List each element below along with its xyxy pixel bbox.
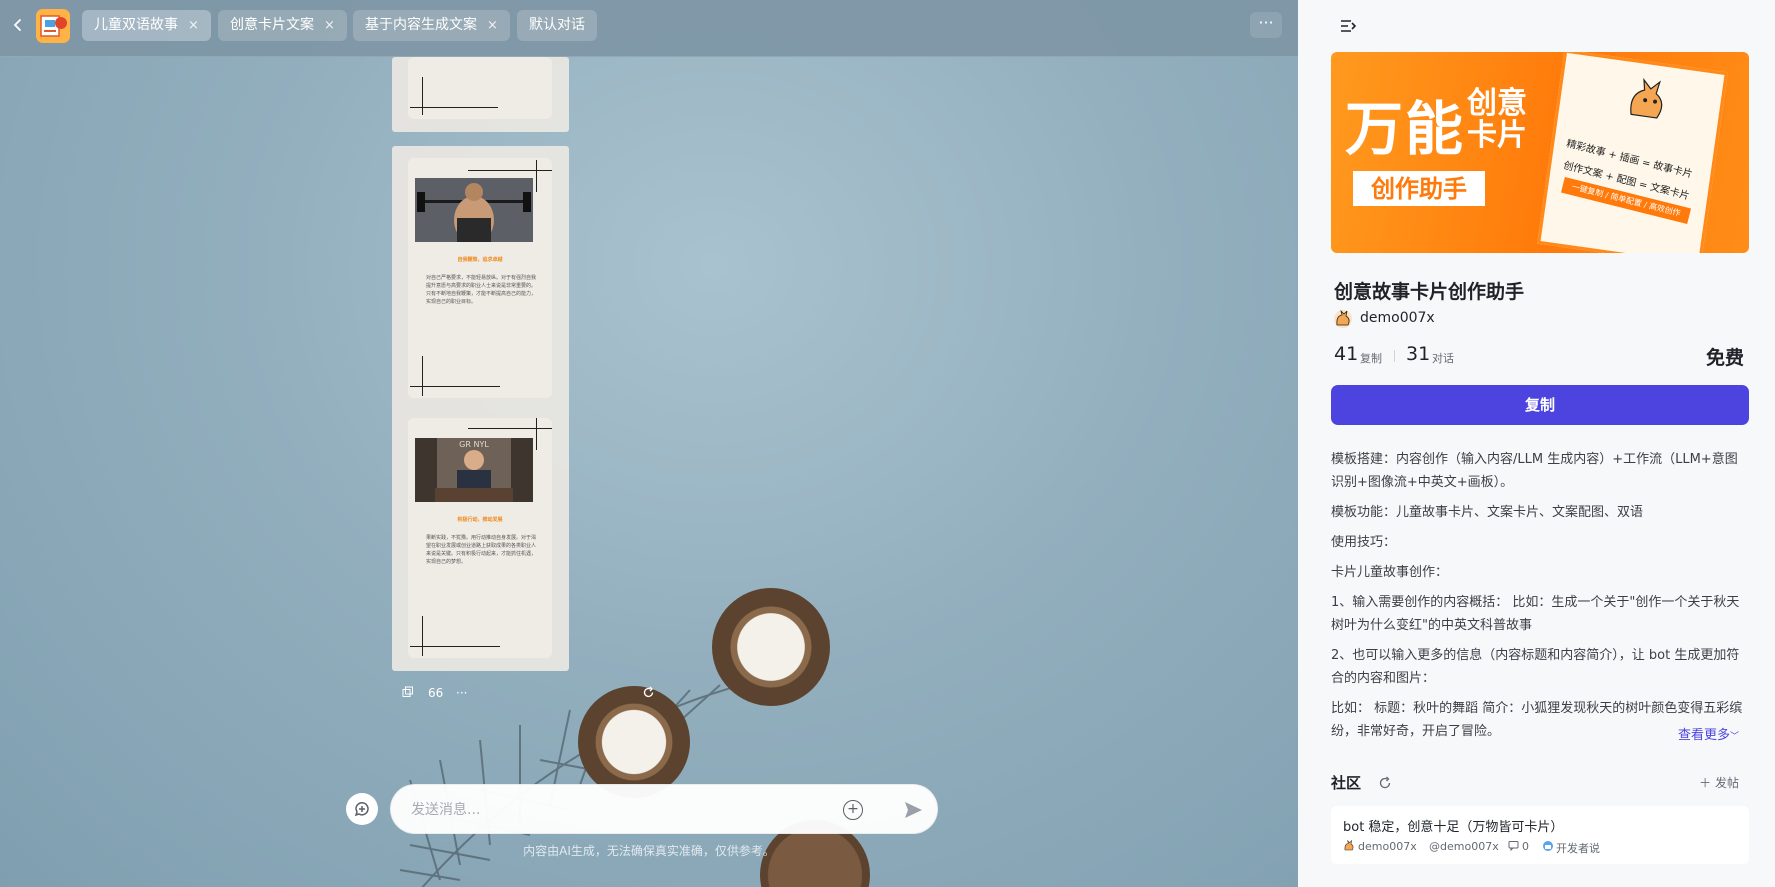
description-paragraph: 使用技巧： [1331, 535, 1397, 550]
banner-small-line: 卡片 [1467, 118, 1527, 153]
description-paragraph: 1、输入需要创作的内容概括： 比如：生成一个关于"创作一个关于秋天树叶为什么变红… [1331, 595, 1740, 633]
comment-icon [1508, 840, 1519, 854]
corner-line [536, 418, 537, 450]
tab-label: 创意卡片文案 [230, 17, 314, 33]
coconut-decoration [578, 686, 690, 798]
send-icon[interactable] [901, 798, 925, 822]
corner-line [468, 170, 552, 171]
conversation-tab-bar: 儿童双语故事 × 创意卡片文案 × 基于内容生成文案 × 默认对话 ··· [0, 0, 1298, 57]
author-name: demo007x [1360, 310, 1435, 326]
create-post-button[interactable]: ＋ 发帖 [1699, 774, 1739, 791]
businessman-photo: GR NYL [415, 438, 533, 502]
corner-line [410, 107, 498, 108]
more-horizontal-icon[interactable]: ··· [456, 686, 467, 700]
see-more-label: 查看更多 [1678, 728, 1731, 743]
card-body: 对自己严格要求，不能轻易放纵。对于有强烈自我提升意愿与高要求的职业人士来说是非常… [426, 275, 537, 305]
more-horizontal-icon[interactable]: ··· [1250, 12, 1282, 38]
bot-banner: 万能 创意 卡片 创作助手 精彩故事 + 插画 = 故事卡片 创作文案 + 配图… [1331, 52, 1749, 253]
post-title: bot 稳定，创意十足（万物皆可卡片） [1343, 820, 1564, 835]
copy-bot-button[interactable]: 复制 [1331, 385, 1749, 425]
card-heading: 自我鞭策，追求卓越 [457, 257, 503, 263]
avatar [1343, 839, 1355, 855]
copy-icon[interactable] [402, 686, 414, 701]
corner-line [410, 646, 500, 647]
tab-label: 儿童双语故事 [94, 17, 178, 33]
description-paragraph: 2、也可以输入更多的信息（内容标题和内容简介），让 bot 生成更加符合的内容和… [1331, 648, 1740, 686]
corner-line [422, 356, 423, 396]
chat-area: 儿童双语故事 × 创意卡片文案 × 基于内容生成文案 × 默认对话 ··· 自我… [0, 0, 1298, 887]
bot-description: 模板搭建：内容创作（输入内容/LLM 生成内容）+工作流（LLM+意图识别+图像… [1331, 448, 1749, 750]
banner-sub-text: 创作助手 [1353, 171, 1485, 206]
quote-count[interactable]: 66 [428, 686, 443, 700]
corner-line [422, 616, 423, 656]
bot-title: 创意故事卡片创作助手 [1334, 281, 1525, 303]
corner-line [422, 77, 423, 115]
post-label: 发帖 [1714, 776, 1739, 790]
corner-line [468, 428, 552, 429]
divider [1394, 350, 1395, 362]
post-handle: @demo007x [1429, 840, 1499, 853]
collapse-panel-icon[interactable] [1338, 16, 1358, 36]
price-label: 免费 [1705, 347, 1744, 369]
community-title: 社区 [1331, 774, 1362, 792]
message-input-box: + [390, 784, 938, 834]
tab-label: 基于内容生成文案 [365, 17, 477, 33]
close-icon[interactable]: × [487, 18, 498, 33]
refresh-icon[interactable] [1378, 775, 1392, 789]
bot-avatar[interactable] [36, 9, 70, 43]
message-image-partial[interactable] [392, 57, 569, 132]
ai-disclaimer: 内容由AI生成，无法确保真实准确，仅供参考。 [523, 844, 775, 858]
banner-small-line: 创意 [1467, 86, 1527, 121]
photo-wall-text: GR NYL [459, 440, 489, 449]
bodybuilder-photo [415, 178, 533, 242]
story-card: 自我鞭策，追求卓越 对自己严格要求，不能轻易放纵。对于有强烈自我提升意愿与高要求… [408, 158, 552, 398]
chevron-left-icon[interactable] [9, 16, 27, 34]
tab-conversation[interactable]: 创意卡片文案 × [218, 10, 347, 41]
corner-line [410, 386, 500, 387]
bot-info-panel: 万能 创意 卡片 创作助手 精彩故事 + 插画 = 故事卡片 创作文案 + 配图… [1298, 0, 1775, 887]
corner-line [536, 160, 537, 192]
chats-label: 对话 [1432, 352, 1454, 365]
refresh-icon[interactable] [642, 686, 655, 702]
message-image[interactable]: 自我鞭策，追求卓越 对自己严格要求，不能轻易放纵。对于有强烈自我提升意愿与高要求… [392, 146, 569, 671]
developer-tag-icon [1542, 840, 1554, 855]
community-header: 社区 ＋ 发帖 [1331, 772, 1749, 792]
new-chat-icon[interactable] [346, 793, 378, 825]
card-heading: 积极行动，推动发展 [457, 517, 503, 523]
plus-icon: ＋ [1699, 776, 1715, 790]
description-paragraph: 卡片儿童故事创作： [1331, 565, 1449, 580]
card-body: 果断实践，不犹豫。用行动推动自身发展。对于渴望在职业发展或创业道路上获取成果的各… [426, 535, 537, 565]
community-post[interactable]: bot 稳定，创意十足（万物皆可卡片） demo007x @demo007x 0… [1331, 806, 1749, 864]
description-paragraph: 模板搭建：内容创作（输入内容/LLM 生成内容）+工作流（LLM+意图识别+图像… [1331, 452, 1738, 490]
bot-stats: 41 复制 31 对话 免费 [1334, 343, 1744, 369]
plus-circle-icon[interactable]: + [843, 800, 863, 820]
tab-label: 默认对话 [529, 17, 585, 33]
copies-count: 41 [1334, 343, 1359, 365]
fox-illustration [1630, 77, 1663, 119]
banner-paper-card: 精彩故事 + 插画 = 故事卡片 创作文案 + 配图 = 文案卡片 一键复制 /… [1537, 52, 1728, 253]
copies-label: 复制 [1360, 352, 1382, 365]
tab-conversation[interactable]: 基于内容生成文案 × [353, 10, 510, 41]
see-more-link[interactable]: 查看更多﹀ [1678, 724, 1739, 743]
tab-conversation[interactable]: 默认对话 [517, 10, 597, 41]
close-icon[interactable]: × [324, 18, 335, 33]
post-tag: 开发者说 [1556, 842, 1600, 855]
message-input[interactable] [411, 799, 831, 821]
chats-count: 31 [1406, 343, 1431, 365]
description-paragraph: 模板功能：儿童故事卡片、文案卡片、文案配图、双语 [1331, 505, 1644, 520]
banner-big-text: 万能 [1345, 95, 1466, 163]
comment-count: 0 [1522, 840, 1529, 853]
banner-small-text: 创意 卡片 [1467, 88, 1527, 152]
tab-conversation[interactable]: 儿童双语故事 × [82, 10, 211, 41]
chevron-down-icon: ﹀ [1730, 732, 1740, 742]
post-author: demo007x [1358, 840, 1417, 853]
story-card: GR NYL 积极行动，推动发展 果断实践，不犹豫。用行动推动自身发展。对于渴望… [408, 418, 552, 658]
story-card [408, 57, 552, 119]
coconut-decoration [712, 588, 830, 706]
close-icon[interactable]: × [188, 18, 199, 33]
avatar [1334, 310, 1352, 328]
